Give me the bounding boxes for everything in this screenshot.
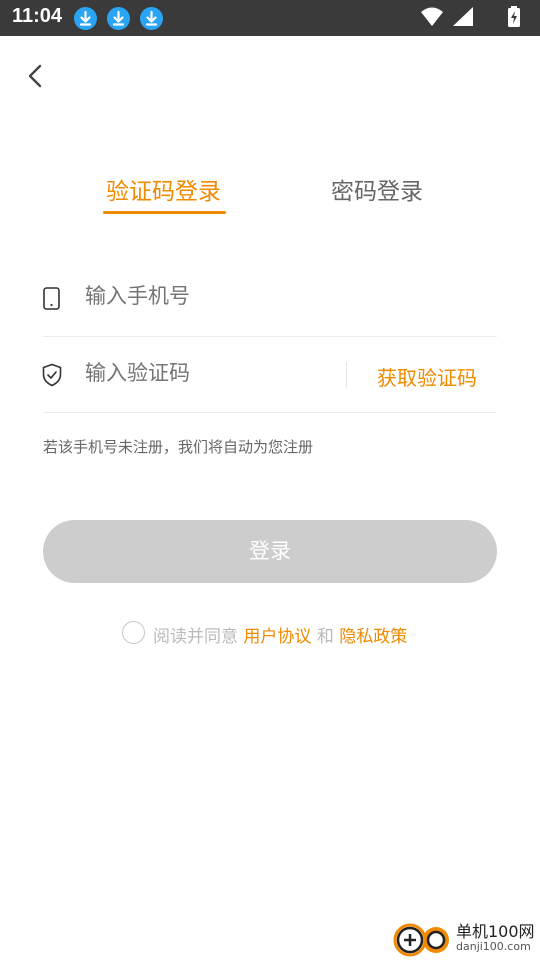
- divider: [43, 336, 497, 337]
- get-code-button[interactable]: 获取验证码: [377, 362, 477, 391]
- phone-input[interactable]: [85, 284, 335, 308]
- watermark-url: danji100.com: [456, 940, 531, 953]
- status-time: 11:04: [12, 5, 63, 27]
- agreement-text: 阅读并同意 用户协议 和 隐私政策: [153, 622, 407, 647]
- tab-password-login[interactable]: 密码登录: [331, 172, 423, 206]
- login-button[interactable]: 登录: [43, 520, 497, 583]
- tab-sms-login[interactable]: 验证码登录: [106, 172, 221, 206]
- watermark: 单机100网 danji100.com: [390, 916, 540, 960]
- agreement-and: 和: [316, 627, 334, 647]
- status-right-icons: [421, 6, 520, 27]
- auto-register-hint: 若该手机号未注册，我们将自动为您注册: [43, 438, 314, 456]
- watermark-title: 单机100网: [456, 922, 535, 941]
- shield-check-icon: [42, 363, 62, 387]
- download-icon: [140, 7, 163, 30]
- divider: [43, 412, 497, 413]
- chevron-left-icon[interactable]: [22, 62, 50, 90]
- phone-icon: [43, 287, 60, 310]
- cell-signal-icon: [453, 7, 473, 26]
- vertical-divider: [346, 362, 347, 388]
- watermark-logo: [393, 923, 449, 957]
- privacy-policy-link[interactable]: 隐私政策: [339, 627, 407, 647]
- download-icon: [74, 7, 97, 30]
- agreement-prefix: 阅读并同意: [153, 627, 238, 647]
- active-tab-indicator: [103, 211, 226, 214]
- download-icon: [107, 7, 130, 30]
- user-agreement-link[interactable]: 用户协议: [243, 627, 311, 647]
- battery-charging-icon: [508, 6, 520, 27]
- status-bar: 11:04: [0, 0, 540, 36]
- verification-code-input[interactable]: [85, 361, 335, 385]
- agreement-checkbox[interactable]: [122, 621, 145, 644]
- wifi-icon: [421, 7, 443, 26]
